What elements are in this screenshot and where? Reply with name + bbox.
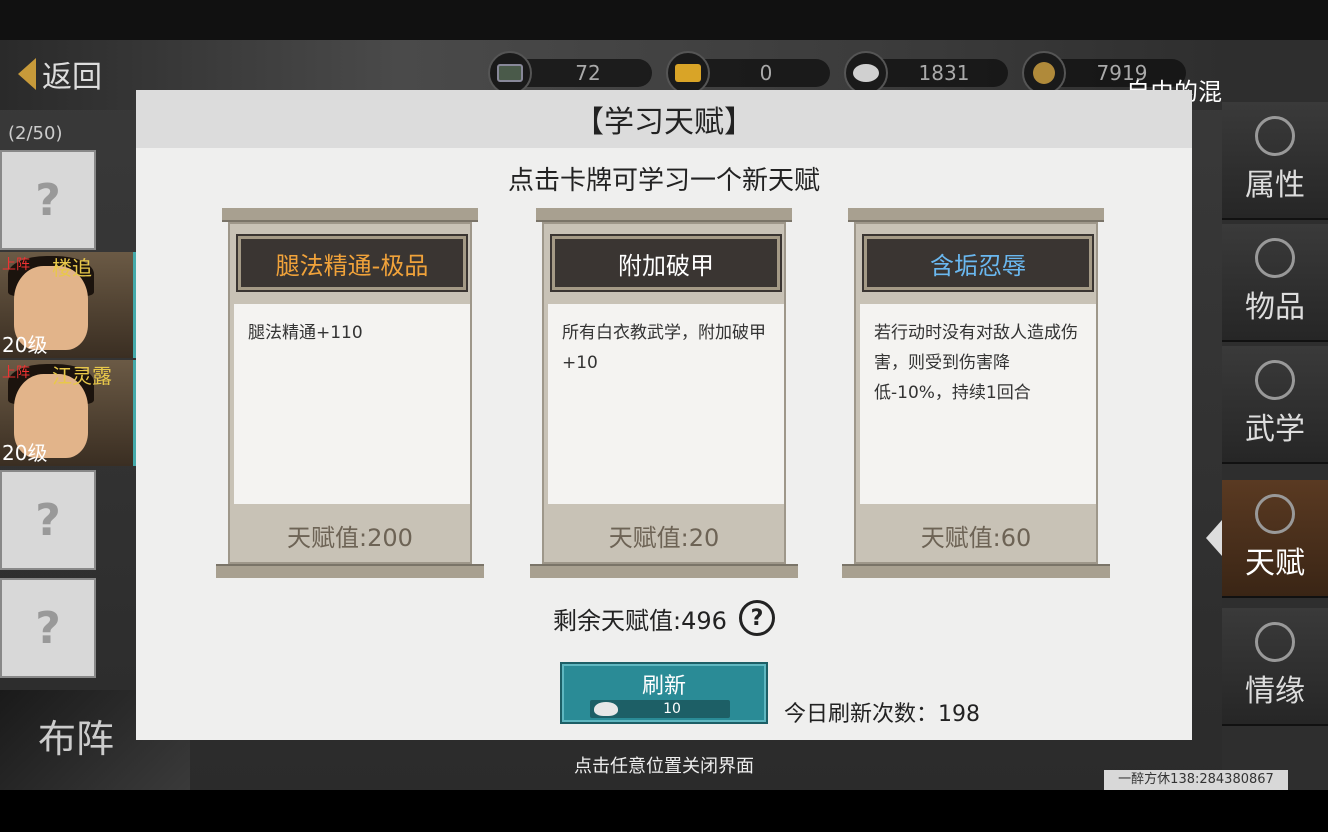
talent-card[interactable]: 腿法精通-极品 腿法精通+110 天赋值:200 bbox=[216, 208, 484, 578]
side-menu-attribute[interactable]: 属性 bbox=[1222, 102, 1328, 220]
silver-ingot-icon bbox=[844, 51, 888, 95]
empty-hero-slot[interactable]: ? bbox=[0, 578, 96, 678]
heart-icon bbox=[1255, 622, 1295, 662]
empty-hero-slot[interactable]: ? bbox=[0, 150, 96, 250]
side-menu-label: 物品 bbox=[1245, 290, 1305, 325]
side-menu-martial-arts[interactable]: 武学 bbox=[1222, 346, 1328, 464]
talent-card[interactable]: 附加破甲 所有白衣教武学，附加破甲+10 天赋值:20 bbox=[530, 208, 798, 578]
gold-bar-icon bbox=[666, 51, 710, 95]
back-arrow-icon bbox=[18, 58, 36, 90]
remaining-talent-points: 剩余天赋值:496 ? bbox=[136, 600, 1192, 636]
item-box-icon bbox=[1255, 238, 1295, 278]
side-menu-label: 天赋 bbox=[1245, 546, 1305, 581]
hero-level: 20级 bbox=[2, 333, 48, 357]
back-label: 返回 bbox=[42, 60, 102, 95]
book-icon bbox=[1255, 360, 1295, 400]
learn-talent-dialog: 【学习天赋】 点击卡牌可学习一个新天赋 腿法精通-极品 腿法精通+110 天赋值… bbox=[136, 90, 1192, 740]
talent-cost: 天赋值:200 bbox=[287, 524, 413, 552]
hero-name: 楼追 bbox=[52, 256, 92, 280]
hero-card[interactable]: 上阵 楼追 20级 bbox=[0, 252, 136, 358]
talent-card[interactable]: 含垢忍辱 若行动时没有对敌人造成伤害，则受到伤害降低-10%，持续1回合 天赋值… bbox=[842, 208, 1110, 578]
side-menu-label: 情缘 bbox=[1245, 674, 1305, 709]
hero-name: 江灵露 bbox=[52, 364, 112, 388]
talent-description: 若行动时没有对敌人造成伤害，则受到伤害降低-10%，持续1回合 bbox=[860, 304, 1096, 504]
empty-hero-slot[interactable]: ? bbox=[0, 470, 96, 570]
hero-level: 20级 bbox=[2, 441, 48, 465]
talent-cost: 天赋值:20 bbox=[608, 524, 720, 552]
back-button[interactable]: 返回 bbox=[18, 52, 102, 96]
hero-roster: (2/50) ? 上阵 楼追 20级 上阵 江灵露 20级 ? ? bbox=[0, 112, 140, 732]
hero-tag: 上阵 bbox=[2, 257, 30, 273]
talent-name: 附加破甲 bbox=[552, 236, 780, 290]
player-id: 一醉方休138:284380867 bbox=[1104, 770, 1288, 790]
attribute-icon bbox=[1255, 116, 1295, 156]
dialog-title: 【学习天赋】 bbox=[136, 90, 1192, 148]
side-menu-talent[interactable]: 天赋 bbox=[1222, 480, 1328, 598]
refresh-cost: 10 bbox=[663, 701, 681, 717]
talent-name: 腿法精通-极品 bbox=[238, 236, 466, 290]
talent-description: 腿法精通+110 bbox=[234, 304, 470, 504]
refresh-button[interactable]: 刷新 10 bbox=[560, 662, 768, 724]
resource-value: 1831 bbox=[918, 61, 970, 85]
cart-icon bbox=[488, 51, 532, 95]
dialog-subtitle: 点击卡牌可学习一个新天赋 bbox=[507, 166, 820, 196]
resource-value: 72 bbox=[575, 61, 601, 85]
side-menu-bonds[interactable]: 情缘 bbox=[1222, 608, 1328, 726]
active-indicator-arrow-icon bbox=[1206, 520, 1222, 556]
resource-value: 0 bbox=[759, 61, 773, 85]
side-menu-items[interactable]: 物品 bbox=[1222, 224, 1328, 342]
roster-count: (2/50) bbox=[8, 122, 63, 144]
side-menu-label: 属性 bbox=[1245, 168, 1305, 203]
talent-description: 所有白衣教武学，附加破甲+10 bbox=[548, 304, 784, 504]
talent-cost: 天赋值:60 bbox=[920, 524, 1032, 552]
coin-icon bbox=[1022, 51, 1066, 95]
talent-tree-icon bbox=[1255, 494, 1295, 534]
refresh-count: 今日刷新次数：198 bbox=[784, 702, 980, 727]
hero-card[interactable]: 上阵 江灵露 20级 bbox=[0, 360, 136, 466]
side-menu-label: 武学 bbox=[1245, 412, 1305, 447]
hero-tag: 上阵 bbox=[2, 365, 30, 381]
side-menu: 属性 物品 武学 天赋 情缘 bbox=[1222, 40, 1328, 790]
talent-name: 含垢忍辱 bbox=[864, 236, 1092, 290]
refresh-label: 刷新 bbox=[641, 674, 686, 699]
help-icon[interactable]: ? bbox=[738, 600, 775, 636]
